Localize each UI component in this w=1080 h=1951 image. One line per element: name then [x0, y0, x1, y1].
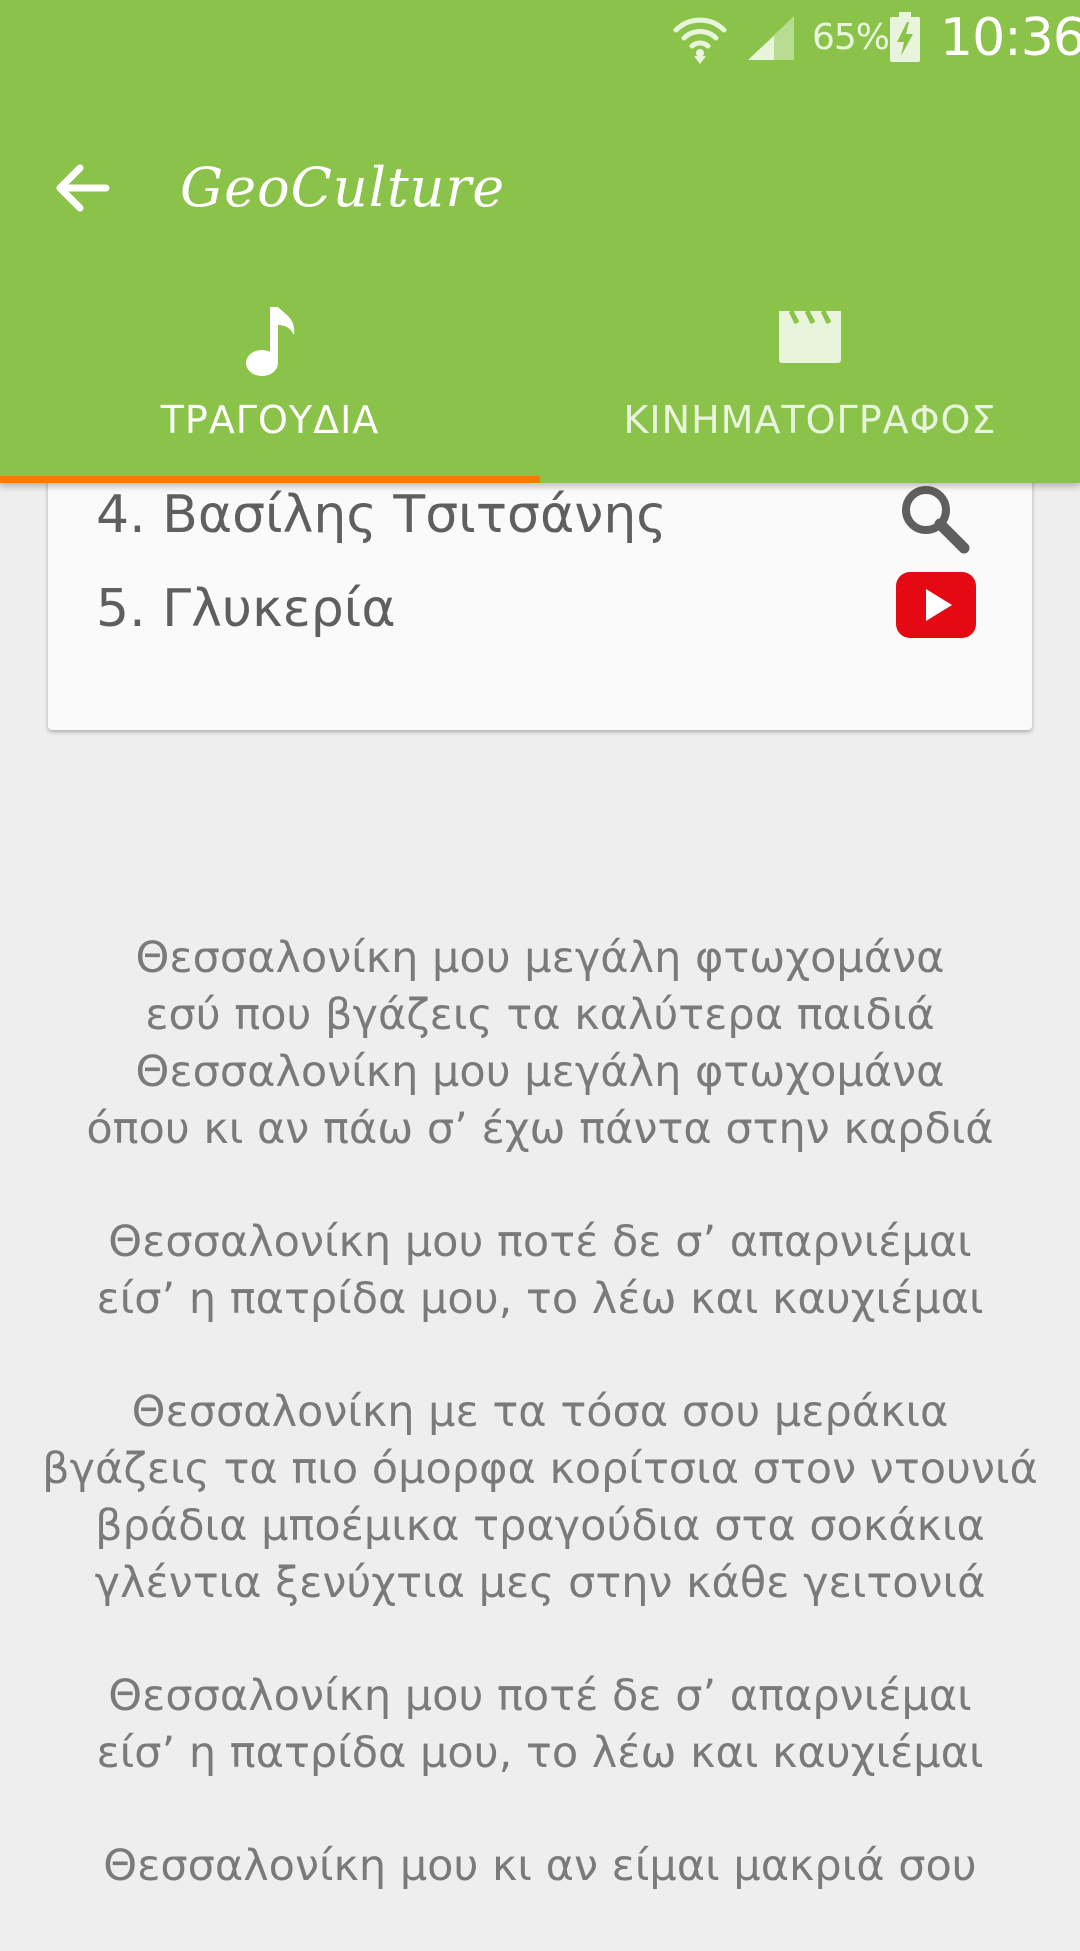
movie-clapper-icon [779, 309, 841, 363]
lyric-line: Θεσσαλονίκη μου κι αν είμαι μακριά σου [103, 1841, 977, 1891]
toolbar: GeoCulture [0, 120, 1080, 248]
lyrics-stanza: Θεσσαλονίκη μου κι αν είμαι μακριά σου [0, 1838, 1080, 1895]
lyric-line: όπου κι αν πάω σ’ έχω πάντα στην καρδιά [86, 1104, 994, 1154]
lyrics-stanza: Θεσσαλονίκη μου μεγάλη φτωχομάνα εσύ που… [0, 930, 1080, 1158]
list-item-text: 4. Βασίλης Τσιτσάνης [96, 485, 667, 545]
lyric-line: βράδια μποέμικα τραγούδια στα σοκάκια [95, 1501, 985, 1551]
tab-indicator [0, 476, 540, 483]
youtube-play-icon[interactable] [896, 572, 976, 638]
search-icon[interactable] [896, 480, 972, 556]
list-item[interactable]: 5. Γλυκερία [48, 564, 1032, 654]
tab-cinema[interactable]: ΚΙΝΗΜΑΤΟΓΡΑΦΟΣ [540, 285, 1080, 483]
lyrics-stanza: Θεσσαλονίκη μου ποτέ δε σ’ απαρνιέμαι εί… [0, 1214, 1080, 1328]
lyrics-stanza: Θεσσαλονίκη μου ποτέ δε σ’ απαρνιέμαι εί… [0, 1668, 1080, 1782]
lyric-line: είσ’ η πατρίδα μου, το λέω και καυχιέμαι [96, 1274, 984, 1324]
app-title: GeoCulture [180, 156, 506, 219]
cell-signal-icon [748, 16, 794, 60]
lyric-line: είσ’ η πατρίδα μου, το λέω και καυχιέμαι [96, 1728, 984, 1778]
lyric-line: Θεσσαλονίκη μου ποτέ δε σ’ απαρνιέμαι [108, 1671, 972, 1721]
lyrics-text: Θεσσαλονίκη μου μεγάλη φτωχομάνα εσύ που… [0, 930, 1080, 1951]
app-header: 65% 10:36 GeoCulture ΤΡΑΓΟΥΔΙΑ ΚΙΝΗΜΑΤΟΓ… [0, 0, 1080, 483]
lyric-line: Θεσσαλονίκη μου ποτέ δε σ’ απαρνιέμαι [108, 1217, 972, 1267]
tab-bar: ΤΡΑΓΟΥΔΙΑ ΚΙΝΗΜΑΤΟΓΡΑΦΟΣ [0, 285, 1080, 483]
lyric-line: βγάζεις τα πιο όμορφα κορίτσια στον ντου… [42, 1444, 1038, 1494]
tab-songs[interactable]: ΤΡΑΓΟΥΔΙΑ [0, 285, 540, 483]
lyric-line: Θεσσαλονίκη μου μεγάλη φτωχομάνα [135, 933, 945, 983]
wifi-icon [673, 17, 727, 64]
tab-cinema-label: ΚΙΝΗΜΑΤΟΓΡΑΦΟΣ [623, 398, 997, 442]
list-item[interactable]: 4. Βασίλης Τσιτσάνης [48, 470, 1032, 560]
lyric-line: εσύ που βγάζεις τα καλύτερα παιδιά [145, 990, 935, 1040]
lyrics-stanza: Θεσσαλονίκη με τα τόσα σου μεράκια βγάζε… [0, 1384, 1080, 1612]
list-item-text: 5. Γλυκερία [96, 579, 396, 639]
lyric-line: γλέντια ξενύχτια μες στην κάθε γειτονιά [94, 1558, 986, 1608]
arrow-left-icon[interactable] [40, 144, 128, 232]
music-note-icon [246, 307, 295, 376]
status-time: 10:36 [940, 8, 1080, 68]
battery-percent: 65% [812, 17, 890, 58]
lyric-line: Θεσσαλονίκη με τα τόσα σου μεράκια [131, 1387, 949, 1437]
battery-charging-icon [890, 12, 920, 62]
status-bar: 65% 10:36 [0, 0, 1080, 75]
artist-card: 4. Βασίλης Τσιτσάνης 5. Γλυκερία [48, 470, 1032, 730]
lyric-line: Θεσσαλονίκη μου μεγάλη φτωχομάνα [135, 1047, 945, 1097]
tab-songs-label: ΤΡΑΓΟΥΔΙΑ [160, 398, 380, 442]
